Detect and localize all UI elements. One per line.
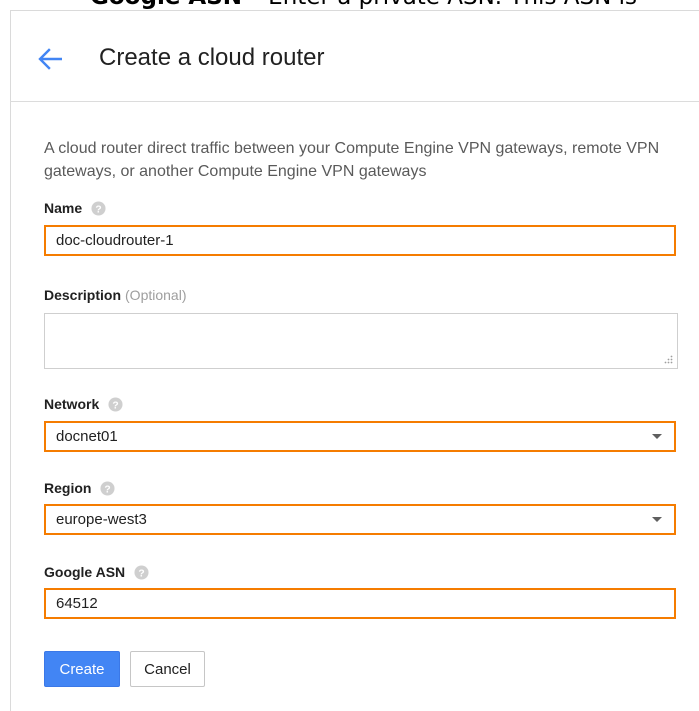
intro-text: A cloud router direct traffic between yo… [44, 140, 660, 180]
description-textarea[interactable] [44, 313, 678, 369]
help-icon[interactable]: ? [100, 480, 115, 496]
google-asn-input[interactable]: 64512 [44, 588, 676, 619]
region-select[interactable]: europe-west3 [44, 504, 676, 535]
google-asn-input-value: 64512 [56, 595, 98, 612]
name-input-value: doc-cloudrouter-1 [56, 232, 174, 249]
network-label-text: Network [44, 396, 100, 412]
region-select-value: europe-west3 [56, 511, 147, 528]
top-caption-bold: Google ASN [90, 0, 242, 10]
name-label-text: Name [44, 200, 83, 216]
svg-text:?: ? [113, 400, 119, 411]
dropdown-caret-icon [652, 434, 662, 439]
region-label-text: Region [44, 480, 92, 496]
top-caption: Google ASN – Enter a private ASN. This A… [90, 0, 637, 10]
description-label-text: Description [44, 287, 122, 303]
svg-text:?: ? [95, 204, 101, 215]
back-arrow-icon[interactable] [38, 48, 62, 70]
network-select-value: docnet01 [56, 428, 118, 445]
network-label: Network ? [44, 396, 123, 412]
resize-grip-icon[interactable] [664, 355, 673, 364]
optional-tag: (Optional) [125, 287, 187, 303]
dropdown-caret-icon [652, 517, 662, 522]
help-icon[interactable]: ? [134, 564, 149, 580]
name-input[interactable]: doc-cloudrouter-1 [44, 225, 676, 256]
region-label: Region ? [44, 480, 115, 496]
cancel-button[interactable]: Cancel [130, 651, 205, 687]
svg-text:?: ? [105, 484, 111, 495]
name-label: Name ? [44, 200, 106, 216]
create-button[interactable]: Create [44, 651, 120, 687]
description-label: Description (Optional) [44, 287, 186, 303]
google-asn-label: Google ASN ? [44, 564, 149, 580]
network-select[interactable]: docnet01 [44, 421, 676, 452]
help-icon[interactable]: ? [108, 396, 123, 412]
top-caption-rest: – Enter a private ASN. This ASN is [242, 0, 637, 10]
google-asn-label-text: Google ASN [44, 564, 126, 580]
page-title: Create a cloud router [99, 44, 325, 71]
help-icon[interactable]: ? [91, 200, 106, 216]
svg-text:?: ? [139, 568, 145, 579]
